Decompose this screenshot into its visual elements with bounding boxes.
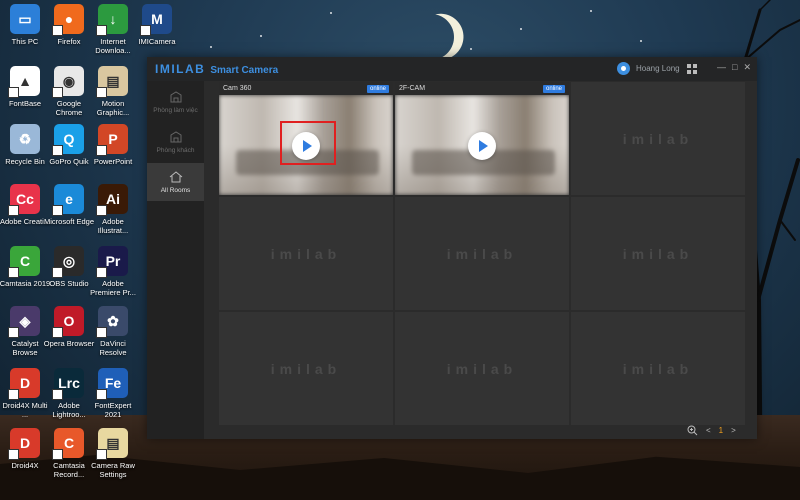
camera-header: 2F-CAM online (395, 82, 569, 95)
app-icon: ▤ (96, 66, 128, 98)
imilab-smart-camera-window: IMILAB Smart Camera Hoang Long — □ ✕ Phò… (147, 57, 757, 439)
building-icon (170, 130, 181, 142)
desktop-icon[interactable]: ✿ DaVinci Resolve (87, 306, 139, 357)
watermark-logo: imilab (622, 360, 694, 377)
desktop-icon-label: FontExpert 2021 (94, 401, 132, 419)
desktop-icon-label: Adobe Illustrat... (97, 217, 129, 235)
prev-page-button[interactable]: < (706, 426, 711, 435)
app-icon: ◎ (52, 246, 84, 278)
desktop-icon-label: Camera Raw Settings (91, 461, 135, 479)
user-name: Hoang Long (636, 64, 680, 73)
empty-camera-slot[interactable]: imilab (219, 312, 393, 425)
room-label: All Rooms (160, 186, 191, 194)
empty-camera-slot[interactable]: imilab (395, 312, 569, 425)
brand-logo-text: IMILAB (155, 62, 206, 76)
app-icon: Pr (96, 246, 128, 278)
next-page-button[interactable]: > (731, 426, 736, 435)
watermark-logo: imilab (270, 245, 342, 262)
building-icon (170, 90, 181, 102)
desktop-icon[interactable]: ▤ Motion Graphic... (87, 66, 139, 117)
app-icon: C (52, 428, 84, 460)
desktop-icon[interactable]: ▤ Camera Raw Settings (87, 428, 139, 479)
desktop-icon[interactable]: Pr Adobe Premiere Pr... (87, 246, 139, 297)
user-avatar-icon (617, 62, 630, 75)
empty-camera-slot[interactable]: imilab (219, 197, 393, 310)
app-icon: ▭ (10, 4, 40, 34)
app-icon: Lrc (52, 368, 84, 400)
camera-tile-2f-cam[interactable]: 2F-CAM online (395, 82, 569, 195)
minimize-button[interactable]: — (717, 62, 726, 73)
status-badge: online (542, 84, 565, 93)
desktop-icon-label: Adobe Premiere Pr... (90, 279, 136, 297)
close-button[interactable]: ✕ (743, 62, 751, 73)
empty-camera-slot[interactable]: imilab (571, 197, 745, 310)
empty-camera-slot[interactable]: imilab (571, 82, 745, 195)
empty-camera-slot[interactable]: imilab (571, 312, 745, 425)
room-label: Phòng làm việc (153, 106, 198, 114)
play-icon (479, 140, 488, 153)
app-icon: ✿ (96, 306, 128, 338)
room-sidebar: Phòng làm việc Phòng khách All Rooms (147, 81, 204, 439)
maximize-button[interactable]: □ (732, 62, 737, 73)
status-badge: online (366, 84, 389, 93)
desktop-icon-label: IMICamera (138, 37, 176, 46)
app-icon: D (8, 368, 40, 400)
room-item-phong-lam-viec[interactable]: Phòng làm việc (147, 83, 204, 121)
app-icon: D (8, 428, 40, 460)
app-icon: ▲ (8, 66, 40, 98)
desktop-icon-label: DaVinci Resolve (99, 339, 127, 357)
window-controls: — □ ✕ (717, 62, 751, 73)
app-icon: ▤ (96, 428, 128, 460)
desktop-icon[interactable]: Fe FontExpert 2021 (87, 368, 139, 419)
desktop-icon[interactable]: Ai Adobe Illustrat... (87, 184, 139, 235)
camera-header: Cam 360 online (219, 82, 393, 95)
current-page[interactable]: 1 (719, 426, 723, 435)
app-icon: Q (52, 124, 84, 156)
app-icon: C (8, 246, 40, 278)
app-icon: M (140, 4, 172, 36)
room-item-phong-khach[interactable]: Phòng khách (147, 123, 204, 161)
app-icon: O (52, 306, 84, 338)
title-bar[interactable]: IMILAB Smart Camera Hoang Long — □ ✕ (147, 57, 757, 81)
app-icon: Cc (8, 184, 40, 216)
room-label: Phòng khách (156, 146, 195, 154)
app-icon: ● (52, 4, 84, 36)
desktop-icon-label: PowerPoint (93, 157, 133, 166)
camera-grid: Cam 360 online 2F-CAM online imilab imil… (219, 82, 745, 425)
watermark-logo: imilab (622, 245, 694, 262)
desktop-icon[interactable]: P PowerPoint (87, 124, 139, 166)
watermark-logo: imilab (270, 360, 342, 377)
app-logo: IMILAB Smart Camera (155, 62, 278, 76)
watermark-logo: imilab (622, 130, 694, 147)
watermark-logo: imilab (446, 245, 518, 262)
app-icon: ◈ (8, 306, 40, 338)
app-icon: e (52, 184, 84, 216)
watermark-logo: imilab (446, 360, 518, 377)
app-icon: ♻ (10, 124, 40, 154)
user-account[interactable]: Hoang Long (617, 62, 680, 75)
play-icon (303, 140, 312, 153)
app-icon: ↓ (96, 4, 128, 36)
camera-name: 2F-CAM (399, 85, 426, 92)
camera-name: Cam 360 (223, 85, 252, 92)
home-icon (169, 170, 182, 182)
app-icon: ◉ (52, 66, 84, 98)
app-icon: P (96, 124, 128, 156)
pagination-bar: < 1 > (687, 425, 736, 436)
room-item-all-rooms[interactable]: All Rooms (147, 163, 204, 201)
desktop-icon-label: Motion Graphic... (96, 99, 130, 117)
desktop-icon[interactable]: M IMICamera (131, 4, 183, 46)
app-icon: Ai (96, 184, 128, 216)
zoom-in-icon[interactable] (687, 425, 698, 436)
camera-tile-cam-360[interactable]: Cam 360 online (219, 82, 393, 195)
layout-grid-icon[interactable] (687, 64, 697, 74)
app-title: Smart Camera (210, 65, 279, 76)
app-icon: Fe (96, 368, 128, 400)
empty-camera-slot[interactable]: imilab (395, 197, 569, 310)
